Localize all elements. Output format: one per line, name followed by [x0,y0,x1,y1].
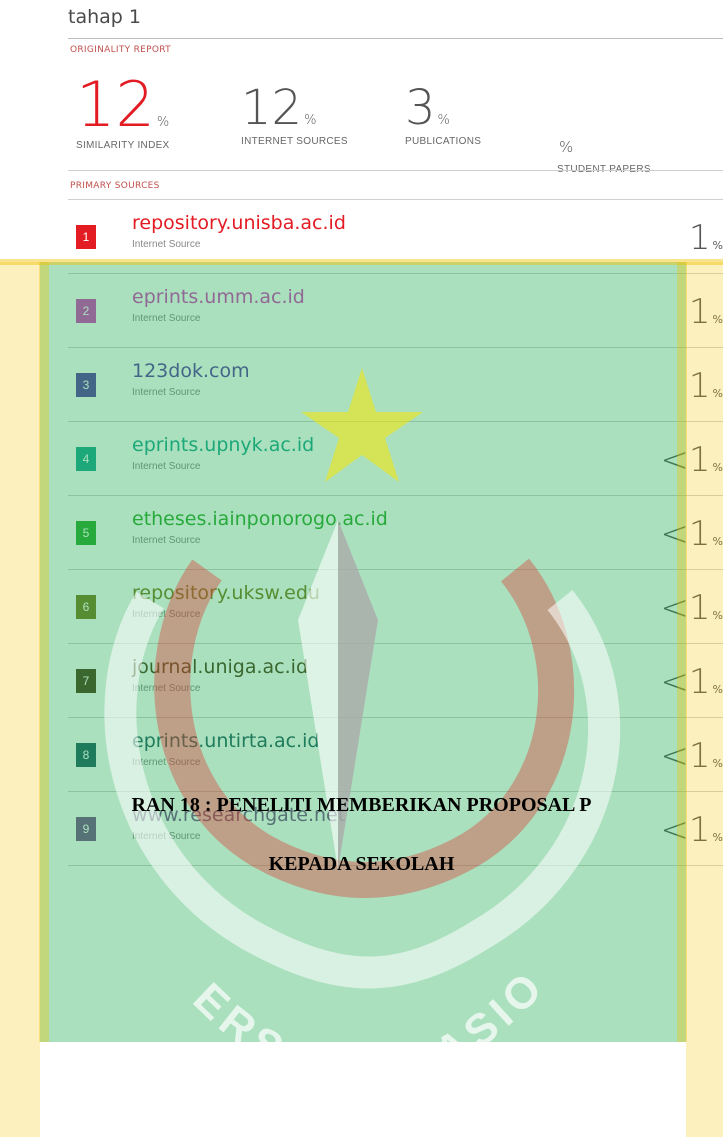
percent-unit: % [712,387,723,400]
percent-unit: % [712,239,723,252]
percent-value: <1 [660,662,711,702]
source-percentage: <1% [660,736,723,776]
caption-line-1: RAN 18 : PENELITI MEMBERIKAN PROPOSAL P [131,794,592,816]
source-link[interactable]: eprints.umm.ac.id [132,286,305,308]
stat-unit: % [304,113,317,128]
stat-label: SIMILARITY INDEX [76,140,170,151]
stat-publications: 3% PUBLICATIONS [405,84,481,147]
stat-value: 12 [241,80,303,136]
percent-unit: % [712,757,723,770]
stat-internet-sources: 12% INTERNET SOURCES [241,84,348,147]
percent-value: 1 [688,292,711,332]
percent-unit: % [712,461,723,474]
percent-value: 1 [688,218,711,258]
source-percentage: <1% [660,514,723,554]
rank-badge: 3 [76,373,96,397]
percent-unit: % [712,535,723,548]
source-type: Internet Source [132,313,201,324]
percent-unit: % [712,683,723,696]
source-row: 8 eprints.untirta.ac.id Internet Source <1% [68,718,723,792]
percent-value: <1 [660,736,711,776]
percent-value: <1 [660,514,711,554]
originality-report: tahap 1 ORIGINALITY REPORT 12% SIMILARIT… [68,0,723,866]
rank-badge: 6 [76,595,96,619]
source-type: Internet Source [132,683,201,694]
percent-unit: % [712,609,723,622]
rank-badge: 7 [76,669,96,693]
stat-unit: % [156,115,170,130]
rank-badge: 9 [76,817,96,841]
percent-value: <1 [660,588,711,628]
source-row: 5 etheses.iainponorogo.ac.id Internet Sour… [68,496,723,570]
stat-label: INTERNET SOURCES [241,136,348,147]
source-link[interactable]: etheses.iainponorogo.ac.id [132,508,388,530]
source-type: Internet Source [132,609,201,620]
rank-badge: 8 [76,743,96,767]
rank-badge: 4 [76,447,96,471]
percent-unit: % [712,831,723,844]
source-type: Internet Source [132,831,201,842]
stat-unit: % [559,138,574,156]
source-percentage: 1% [689,366,723,406]
source-link[interactable]: repository.unisba.ac.id [132,212,346,234]
percent-unit: % [712,313,723,326]
source-type: Internet Source [132,757,201,768]
source-type: Internet Source [132,535,201,546]
stat-unit: % [437,113,450,128]
percent-value: <1 [660,440,711,480]
stat-value: 12 [76,68,155,141]
source-row: 2 eprints.umm.ac.id Internet Source 1% [68,274,723,348]
source-link[interactable]: repository.uksw.edu [132,582,320,604]
source-row: 4 eprints.upnyk.ac.id Internet Source <1% [68,422,723,496]
source-row: 3 123dok.com Internet Source 1% [68,348,723,422]
stat-value: 3 [405,80,436,136]
originality-report-label: ORIGINALITY REPORT [70,45,171,55]
source-percentage: <1% [660,440,723,480]
document-title: tahap 1 [68,6,141,28]
divider [68,38,723,39]
source-type: Internet Source [132,461,201,472]
source-link[interactable]: 123dok.com [132,360,250,382]
rank-badge: 5 [76,521,96,545]
primary-sources-label: PRIMARY SOURCES [70,181,160,191]
source-link[interactable]: eprints.upnyk.ac.id [132,434,314,456]
rank-badge: 2 [76,299,96,323]
rank-badge: 1 [76,225,96,249]
percent-value: 1 [688,366,711,406]
source-percentage: <1% [660,588,723,628]
stat-similarity-index: 12% SIMILARITY INDEX [76,74,170,152]
source-percentage: <1% [660,662,723,702]
source-row: 6 repository.uksw.edu Internet Source <1% [68,570,723,644]
source-type: Internet Source [132,239,201,250]
caption-line-2: KEPADA SEKOLAH [268,853,455,875]
source-link[interactable]: eprints.untirta.ac.id [132,730,320,752]
source-percentage: 1% [689,292,723,332]
divider [68,170,723,171]
stat-label: PUBLICATIONS [405,136,482,147]
source-link[interactable]: journal.uniga.ac.id [132,656,308,678]
source-row: 1 repository.unisba.ac.id Internet Source 1… [68,200,723,274]
source-type: Internet Source [132,387,201,398]
source-percentage: 1% [689,218,723,258]
source-row: 7 journal.uniga.ac.id Internet Source <1% [68,644,723,718]
stat-student-papers: % STUDENT PAPERS [557,112,651,176]
